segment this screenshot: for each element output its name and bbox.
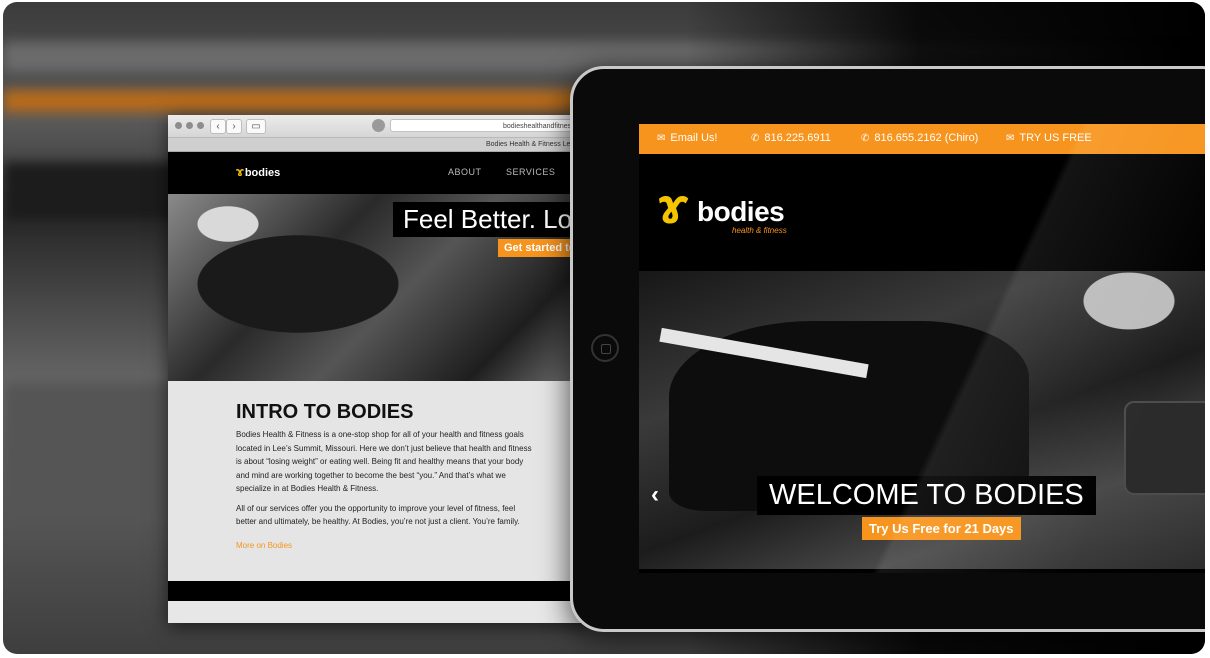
dumbbell-image [1124, 401, 1205, 495]
site-logo[interactable]: ɤbodies [236, 164, 280, 179]
site-header: ɤbodies ABOUT SERVICES [168, 152, 588, 194]
zoom-dot-icon[interactable] [197, 122, 204, 129]
nav-services[interactable]: SERVICES [506, 167, 555, 177]
intro-section: INTRO TO BODIES Bodies Health & Fitness … [168, 381, 588, 601]
slider-prev-icon[interactable]: ‹ [651, 481, 659, 509]
url-bar[interactable]: bodieshealthandfitnes [390, 119, 588, 132]
mail-icon: ✉ [1006, 133, 1015, 144]
try-free-button[interactable]: Try Us Free for 21 Days [862, 517, 1021, 540]
hero-banner: Feel Better. Lo Get started to [168, 194, 588, 381]
intro-title: INTRO TO BODIES [236, 401, 414, 423]
phone-icon: ✆ [751, 133, 760, 144]
browser-tab[interactable]: Bodies Health & Fitness Lee's [168, 138, 588, 152]
browser-toolbar: ‹ › ▭ bodieshealthandfitnes [168, 115, 588, 138]
close-dot-icon[interactable] [175, 122, 182, 129]
runner-logo-icon: ɤ [657, 178, 688, 234]
showcase-frame: ‹ › ▭ bodieshealthandfitnes Bodies Healt… [3, 2, 1205, 654]
mail-icon: ✉ [657, 133, 666, 144]
reload-icon[interactable] [372, 119, 385, 132]
browser-window: ‹ › ▭ bodieshealthandfitnes Bodies Healt… [168, 115, 588, 623]
contact-topbar: ✉ Email Us! ✆ 816.225.6911 ✆ 816.655.2162 (… [639, 124, 1205, 154]
tablet-header: ɤ bodies health & fitness [639, 154, 1205, 271]
intro-paragraph-2: All of our services offer you the opport… [236, 503, 520, 527]
topbar-email[interactable]: ✉ Email Us! [657, 132, 717, 144]
sidebar-icon[interactable]: ▭ [246, 119, 266, 134]
nav-about[interactable]: ABOUT [448, 167, 482, 177]
minimize-dot-icon[interactable] [186, 122, 193, 129]
runner-logo-icon: ɤ [236, 164, 244, 179]
hero-headline: Feel Better. Lo [393, 202, 583, 237]
back-icon[interactable]: ‹ [210, 119, 226, 134]
more-on-bodies-link[interactable]: More on Bodies [236, 541, 292, 550]
forward-icon[interactable]: › [226, 119, 242, 134]
tablet-hero-slider: ‹ WELCOME TO BODIES Try Us Free for 21 D… [639, 271, 1205, 569]
welcome-headline: WELCOME TO BODIES [757, 476, 1096, 515]
tablet-device: ✉ Email Us! ✆ 816.225.6911 ✆ 816.655.2162 (… [570, 66, 1205, 632]
hero-cta-button[interactable]: Get started to [498, 239, 582, 257]
site-footer [168, 581, 588, 601]
tablet-screen: ✉ Email Us! ✆ 816.225.6911 ✆ 816.655.2162 (… [639, 124, 1205, 573]
phone-icon: ✆ [861, 133, 870, 144]
topbar-chiro-phone[interactable]: ✆ 816.655.2162 (Chiro) [861, 132, 978, 144]
intro-paragraph-1: Bodies Health & Fitness is a one-stop sh… [236, 430, 532, 493]
topbar-phone[interactable]: ✆ 816.225.6911 [751, 132, 831, 144]
home-button-icon[interactable] [591, 334, 619, 362]
topbar-try-free[interactable]: ✉ TRY US FREE [1006, 132, 1092, 144]
